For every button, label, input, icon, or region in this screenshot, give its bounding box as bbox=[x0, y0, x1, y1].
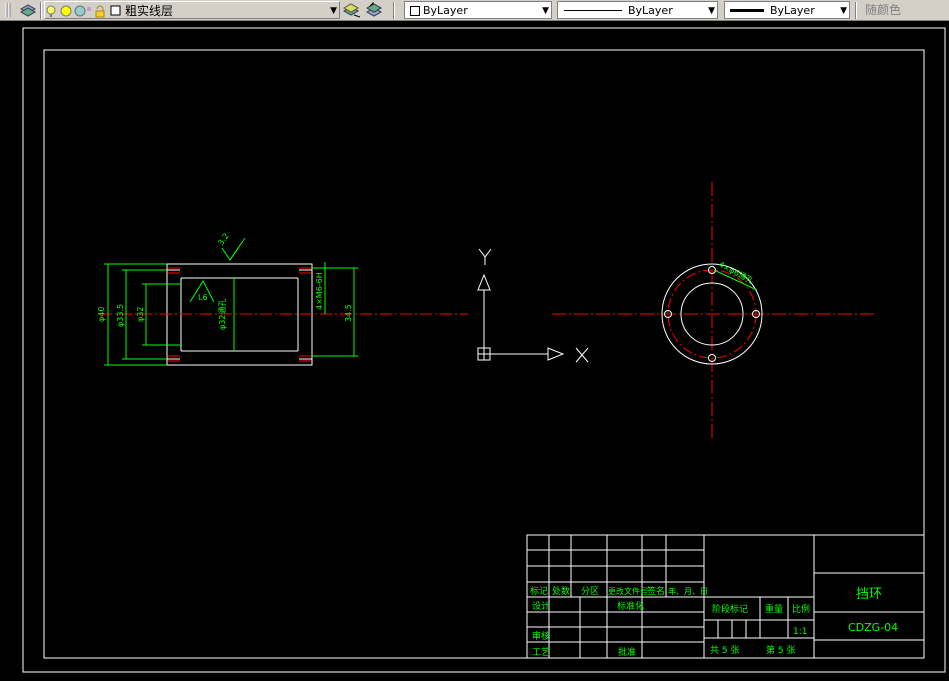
plotstyle-dropdown[interactable]: 随颜色 bbox=[860, 1, 949, 19]
layer-previous-icon[interactable] bbox=[364, 1, 384, 19]
dim-slope: L6 bbox=[198, 293, 208, 302]
dim-phi40: φ40 bbox=[97, 307, 106, 322]
tb-header-date: 年、月、日 bbox=[668, 586, 708, 596]
tb-header-mark: 标记 bbox=[530, 585, 548, 597]
layer-name: 粗实线层 bbox=[125, 4, 174, 18]
color-swatch bbox=[410, 6, 420, 16]
chevron-down-icon[interactable]: ▼ bbox=[542, 2, 549, 20]
layer-dropdown[interactable]: 粗实线层 ▼ bbox=[44, 1, 340, 19]
tb-drawing-no: CDZG-04 bbox=[848, 621, 898, 634]
tb-review: 审核 bbox=[532, 630, 550, 642]
tb-header-change-doc: 更改文件号 bbox=[608, 586, 648, 596]
color-value: ByLayer bbox=[423, 4, 468, 17]
ucs-icon bbox=[477, 248, 589, 363]
tb-approve: 批准 bbox=[618, 646, 636, 658]
layer-state-icons bbox=[46, 5, 121, 18]
dim-phi32: φ32 bbox=[136, 307, 145, 322]
properties-toolbar: 粗实线层 ▼ ByLayer ▼ ByLayer ▼ ByLayer ▼ 随颜色 bbox=[0, 0, 949, 21]
tb-scale: 比例 bbox=[792, 603, 810, 615]
surface-roughness: 3.2 bbox=[216, 232, 231, 248]
hole-note: 4×φ6通孔 bbox=[717, 259, 755, 286]
chevron-down-icon[interactable]: ▼ bbox=[330, 2, 337, 20]
tb-header-signature: 签名 bbox=[647, 585, 665, 597]
tb-sheets-total: 共 5 张 bbox=[710, 645, 739, 656]
linetype-preview bbox=[564, 10, 622, 11]
tb-stage-mark: 阶段标记 bbox=[712, 603, 748, 615]
side-view: 4×φ6通孔 bbox=[552, 182, 877, 440]
layer-manager-icon[interactable] bbox=[18, 1, 38, 19]
tb-sheet-no: 第 5 张 bbox=[766, 644, 795, 656]
tb-scale-value: 1:1 bbox=[793, 627, 807, 637]
dim-length: 34.5 bbox=[344, 304, 353, 322]
toolbar-grip[interactable] bbox=[3, 1, 13, 19]
dim-phi33-5: φ33.5 bbox=[116, 304, 125, 327]
lineweight-preview bbox=[730, 9, 764, 12]
tb-header-count: 处数 bbox=[552, 585, 570, 597]
tb-header-zone: 分区 bbox=[581, 586, 599, 597]
tb-process: 工艺 bbox=[532, 647, 550, 658]
front-view bbox=[100, 263, 468, 366]
dim-inner: φ32通孔 bbox=[217, 299, 227, 330]
tb-standard: 标准化 bbox=[617, 600, 644, 612]
plotstyle-value: 随颜色 bbox=[865, 3, 902, 17]
chevron-down-icon[interactable]: ▼ bbox=[708, 2, 715, 20]
linetype-value: ByLayer bbox=[628, 4, 673, 17]
lineweight-dropdown[interactable]: ByLayer ▼ bbox=[724, 1, 850, 19]
linetype-dropdown[interactable]: ByLayer ▼ bbox=[557, 1, 718, 19]
tb-design: 设计 bbox=[532, 600, 550, 612]
tb-weight: 重量 bbox=[765, 603, 783, 615]
chevron-down-icon[interactable]: ▼ bbox=[840, 2, 847, 20]
dim-thread-holes: 4×M6-6H bbox=[315, 272, 324, 310]
color-dropdown[interactable]: ByLayer ▼ bbox=[404, 1, 552, 19]
drawing-canvas[interactable]: φ40 φ33.5 φ32 φ32通孔 34.5 4×M6-6H L6 3.2 bbox=[0, 21, 949, 677]
lineweight-value: ByLayer bbox=[770, 4, 815, 17]
drawing-svg: φ40 φ33.5 φ32 φ32通孔 34.5 4×M6-6H L6 3.2 bbox=[22, 27, 946, 673]
make-object-layer-current-icon[interactable] bbox=[342, 1, 362, 19]
tb-part-name: 挡环 bbox=[856, 587, 882, 602]
